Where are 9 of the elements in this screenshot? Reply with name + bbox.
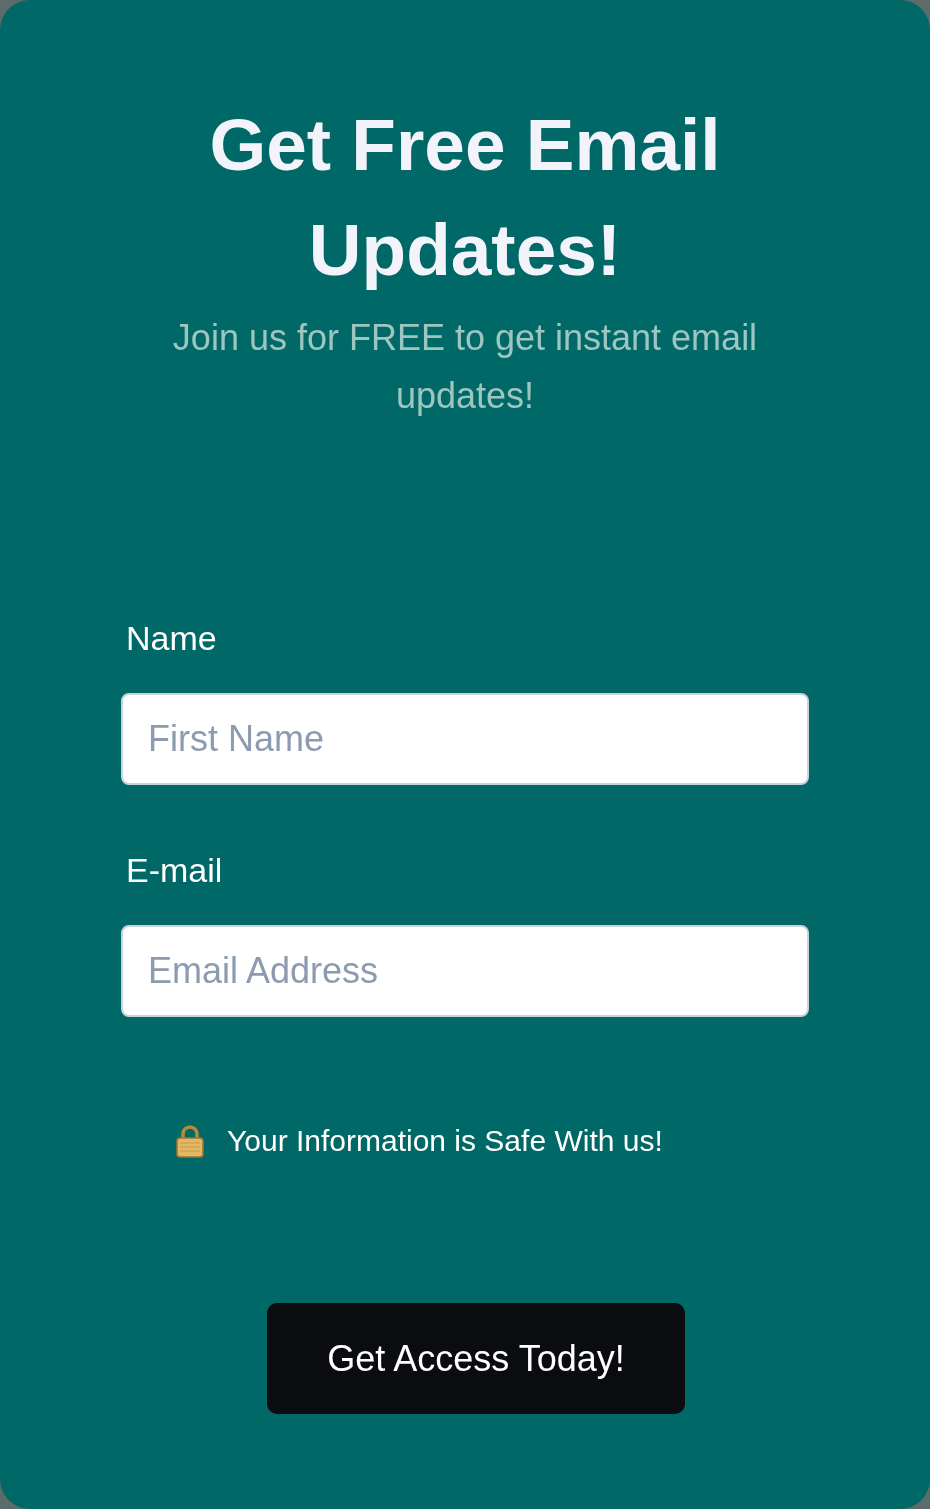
input-field[interactable]: Email Address bbox=[121, 925, 809, 1017]
privacy-note: Your Information is Safe With us! bbox=[227, 1124, 663, 1158]
padlock-icon bbox=[175, 1124, 205, 1158]
field-label: Name bbox=[126, 618, 217, 658]
input-field[interactable]: First Name bbox=[121, 693, 809, 785]
get-access-button[interactable]: Get Access Today! bbox=[267, 1303, 685, 1414]
headline: Get Free Email Updates! bbox=[208, 103, 722, 292]
field-label: E-mail bbox=[126, 850, 223, 890]
subtitle: Join us for FREE to get instant email updates! bbox=[171, 316, 759, 418]
